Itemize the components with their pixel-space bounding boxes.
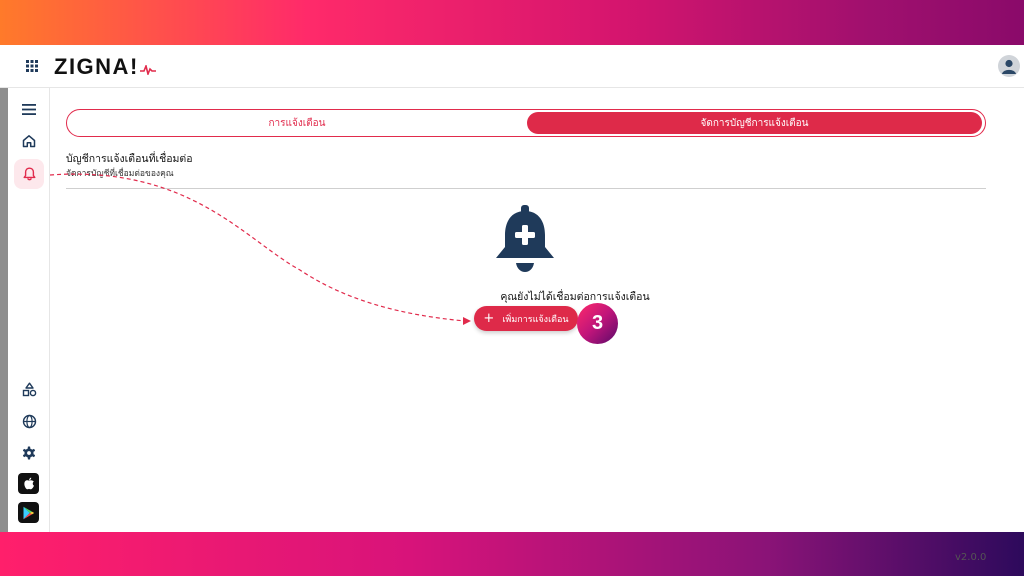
app-version: v2.0.0 [955, 552, 987, 563]
app-store-button[interactable] [18, 473, 39, 494]
section-subtitle: จัดการบัญชีที่เชื่อมต่อของคุณ [66, 169, 174, 179]
tutorial-step-badge: 3 [577, 303, 618, 344]
apple-icon [23, 477, 34, 490]
logo[interactable]: ZIGNA! [54, 54, 156, 80]
tab-notifications[interactable]: การแจ้งเตือน [69, 112, 525, 134]
add-notification-label: เพิ่มการแจ้งเตือน [502, 314, 569, 325]
home-icon [22, 135, 36, 148]
main-content: การแจ้งเตือน จัดการบัญชีการแจ้งเตือน บัญ… [51, 88, 1024, 532]
sidebar-item-language[interactable] [14, 406, 44, 436]
section-title: บัญชีการแจ้งเตือนที่เชื่อมต่อ [66, 153, 193, 165]
sidebar [0, 88, 50, 532]
user-avatar-icon[interactable] [998, 55, 1020, 77]
play-store-icon [23, 506, 35, 519]
add-notification-button[interactable]: + เพิ่มการแจ้งเตือน [474, 306, 578, 331]
empty-state-message: คุณยังไม่ได้เชื่อมต่อการแจ้งเตือน [500, 291, 650, 303]
divider [66, 188, 986, 189]
shapes-icon [22, 382, 36, 396]
tab-manage-notification-accounts[interactable]: จัดการบัญชีการแจ้งเตือน [527, 112, 982, 134]
hamburger-icon [22, 103, 36, 115]
sidebar-item-notifications[interactable] [14, 159, 44, 189]
bottom-gradient-band [0, 532, 1024, 576]
globe-icon [22, 414, 36, 428]
app-window: ZIGNA! การแจ้งเตือน จัดการบัญชีการแจ้งเต… [0, 45, 1024, 563]
top-bar: ZIGNA! [0, 45, 1024, 88]
bell-icon [23, 167, 35, 181]
pulse-icon [139, 65, 156, 75]
google-play-button[interactable] [18, 502, 39, 523]
sidebar-edge [0, 88, 8, 532]
gear-icon [22, 446, 36, 460]
sidebar-item-menu[interactable] [14, 94, 44, 124]
sidebar-item-home[interactable] [14, 126, 44, 156]
plus-icon: + [483, 311, 495, 326]
tab-bar: การแจ้งเตือน จัดการบัญชีการแจ้งเตือน [66, 109, 986, 137]
sidebar-item-settings[interactable] [14, 438, 44, 468]
logo-text: ZIGNA! [54, 54, 139, 79]
sidebar-item-shapes[interactable] [14, 374, 44, 404]
apps-grid-icon[interactable] [26, 60, 38, 72]
bell-plus-icon [496, 205, 554, 272]
